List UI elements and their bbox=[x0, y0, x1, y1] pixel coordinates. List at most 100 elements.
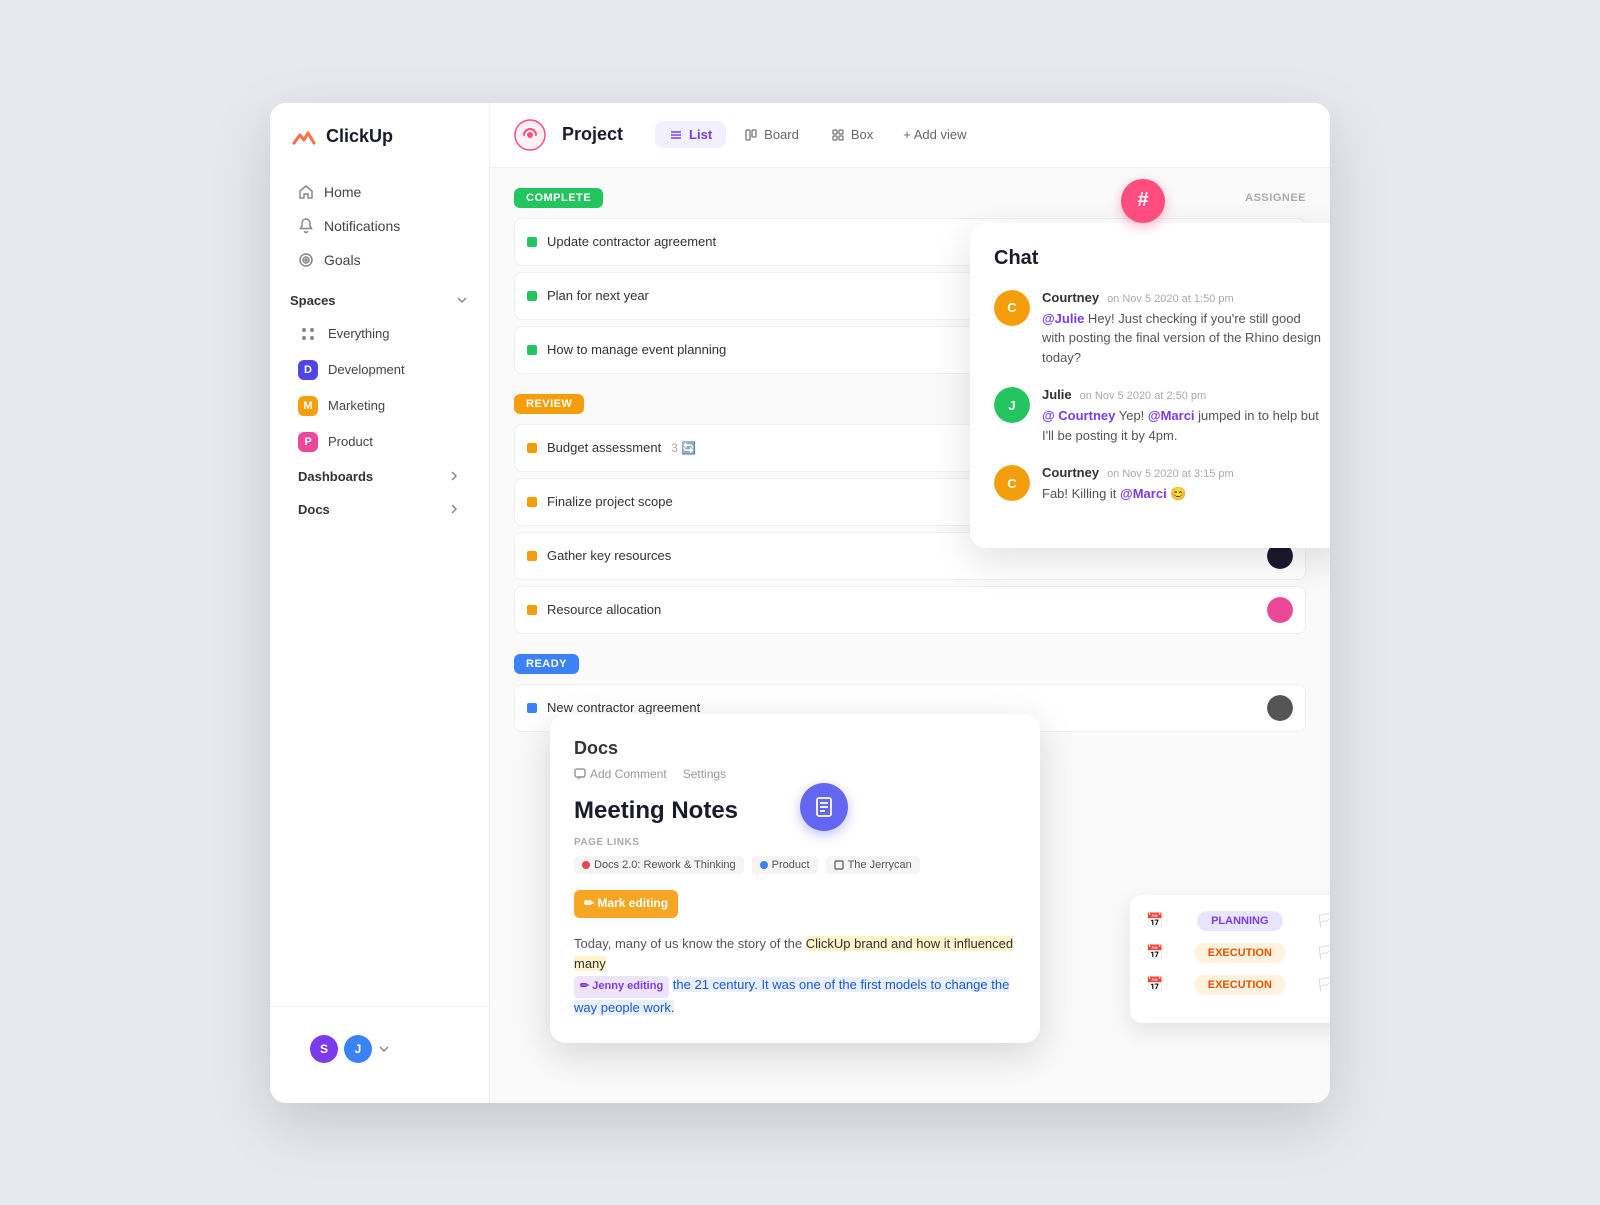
chat-message-1: C Courtney on Nov 5 2020 at 1:50 pm @Jul… bbox=[994, 290, 1326, 368]
chat-mention-1: @Julie bbox=[1042, 311, 1084, 326]
task-name: Finalize project scope bbox=[547, 494, 673, 509]
chat-text-2: @ Courtney Yep! @Marci jumped in to help… bbox=[1042, 406, 1326, 445]
sidebar-docs[interactable]: Docs bbox=[278, 493, 481, 526]
view-tabs: List Board Box bbox=[655, 121, 978, 148]
flag-icon-3: 🏳 bbox=[1316, 976, 1330, 993]
task-left: Plan for next year bbox=[527, 288, 649, 303]
task-left: Budget assessment 3 🔄 bbox=[527, 440, 696, 455]
task-left: Resource allocation bbox=[527, 602, 661, 617]
review-badge: REVIEW bbox=[514, 394, 584, 414]
ready-badge: READY bbox=[514, 654, 579, 674]
box-icon bbox=[831, 128, 845, 142]
doc-icon bbox=[834, 860, 844, 870]
chat-content-2: Julie on Nov 5 2020 at 2:50 pm @ Courtne… bbox=[1042, 387, 1326, 445]
task-left: New contractor agreement bbox=[527, 700, 700, 715]
list-icon bbox=[669, 128, 683, 142]
chat-time-2: on Nov 5 2020 at 2:50 pm bbox=[1080, 390, 1207, 402]
chat-header-1: Courtney on Nov 5 2020 at 1:50 pm bbox=[1042, 290, 1326, 305]
tab-box[interactable]: Box bbox=[817, 121, 887, 148]
chat-content-1: Courtney on Nov 5 2020 at 1:50 pm @Julie… bbox=[1042, 290, 1326, 368]
project-title: Project bbox=[562, 124, 623, 145]
docs-body-text: Today, many of us know the story of the … bbox=[574, 934, 1016, 1019]
sidebar-item-product[interactable]: P Product bbox=[278, 424, 481, 460]
docs-add-comment[interactable]: Add Comment bbox=[574, 767, 667, 781]
sidebar: ClickUp Home Notifications Goals Spaces bbox=[270, 103, 490, 1103]
page-link-dot-red bbox=[582, 861, 590, 869]
task-assignee-avatar bbox=[1267, 695, 1293, 721]
bell-icon bbox=[298, 218, 314, 234]
task-name: Update contractor agreement bbox=[547, 234, 716, 249]
hashtag-button[interactable]: # bbox=[1121, 179, 1165, 223]
sidebar-item-notifications[interactable]: Notifications bbox=[278, 209, 481, 243]
chat-header-2: Julie on Nov 5 2020 at 2:50 pm bbox=[1042, 387, 1326, 402]
subtask-count: 3 🔄 bbox=[671, 441, 696, 455]
chat-author-2: Julie bbox=[1042, 387, 1072, 402]
user-dropdown-icon[interactable] bbox=[378, 1043, 390, 1055]
chat-mention-2: @ Courtney bbox=[1042, 408, 1115, 423]
board-icon bbox=[744, 128, 758, 142]
chat-message-2: J Julie on Nov 5 2020 at 2:50 pm @ Court… bbox=[994, 387, 1326, 445]
sidebar-item-goals[interactable]: Goals bbox=[278, 243, 481, 277]
sprint-row-2: 📅 EXECUTION 🏳 bbox=[1146, 943, 1330, 963]
page-link-jerrycan[interactable]: The Jerrycan bbox=[826, 856, 920, 874]
sprint-tag-planning[interactable]: PLANNING bbox=[1197, 911, 1282, 931]
sidebar-item-marketing[interactable]: M Marketing bbox=[278, 388, 481, 424]
chat-avatar-julie: J bbox=[994, 387, 1030, 423]
page-links: Docs 2.0: Rework & Thinking Product The … bbox=[574, 856, 1016, 874]
status-header-ready: READY bbox=[514, 654, 1306, 674]
home-icon bbox=[298, 184, 314, 200]
sprint-tag-execution-2[interactable]: EXECUTION bbox=[1194, 975, 1286, 995]
sprint-panel: 📅 PLANNING 🏳 📅 EXECUTION 🏳 📅 EXECUTION 🏳 bbox=[1130, 895, 1330, 1023]
docs-float-icon bbox=[813, 796, 835, 818]
tab-board[interactable]: Board bbox=[730, 121, 813, 148]
task-name: Budget assessment bbox=[547, 440, 661, 455]
sprint-row-3: 📅 EXECUTION 🏳 bbox=[1146, 975, 1330, 995]
task-status-dot bbox=[527, 551, 537, 561]
clickup-logo-icon bbox=[290, 123, 318, 151]
jenny-editing-badge: ✏ Jenny editing bbox=[574, 976, 669, 998]
user-avatar-s: S bbox=[310, 1035, 338, 1063]
sidebar-item-home[interactable]: Home bbox=[278, 175, 481, 209]
task-status-dot bbox=[527, 345, 537, 355]
docs-float-button[interactable] bbox=[800, 783, 848, 831]
chat-author-1: Courtney bbox=[1042, 290, 1099, 305]
status-header-complete: COMPLETE ASSIGNEE bbox=[514, 188, 1306, 208]
app-container: ClickUp Home Notifications Goals Spaces bbox=[270, 103, 1330, 1103]
logo-text: ClickUp bbox=[326, 126, 393, 147]
table-row[interactable]: Resource allocation bbox=[514, 586, 1306, 634]
task-left: How to manage event planning bbox=[527, 342, 726, 357]
task-left: Finalize project scope bbox=[527, 494, 673, 509]
chat-mention-marci: @Marci bbox=[1148, 408, 1195, 423]
everything-icon bbox=[298, 324, 318, 344]
docs-toolbar: Add Comment Settings bbox=[574, 767, 1016, 781]
task-name: Gather key resources bbox=[547, 548, 671, 563]
docs-panel-title: Docs bbox=[574, 738, 1016, 759]
flag-icon-2: 🏳 bbox=[1316, 944, 1330, 961]
sidebar-item-everything[interactable]: Everything bbox=[278, 316, 481, 352]
sprint-tag-execution-1[interactable]: EXECUTION bbox=[1194, 943, 1286, 963]
user-avatars: S J bbox=[290, 1023, 469, 1075]
add-view-button[interactable]: + Add view bbox=[891, 121, 978, 148]
page-link-docs[interactable]: Docs 2.0: Rework & Thinking bbox=[574, 856, 744, 874]
task-name: How to manage event planning bbox=[547, 342, 726, 357]
logo: ClickUp bbox=[270, 123, 489, 175]
task-status-dot bbox=[527, 291, 537, 301]
docs-settings[interactable]: Settings bbox=[683, 767, 726, 781]
task-left: Gather key resources bbox=[527, 548, 671, 563]
marketing-badge: M bbox=[298, 396, 318, 416]
page-link-product[interactable]: Product bbox=[752, 856, 818, 874]
chat-title: Chat bbox=[994, 247, 1326, 270]
task-assignee-avatar bbox=[1267, 597, 1293, 623]
docs-heading: Meeting Notes bbox=[574, 797, 1016, 825]
product-badge: P bbox=[298, 432, 318, 452]
chat-text-3: Fab! Killing it @Marci 😊 bbox=[1042, 484, 1234, 504]
sidebar-dashboards[interactable]: Dashboards bbox=[278, 460, 481, 493]
calendar-icon-2: 📅 bbox=[1146, 944, 1163, 961]
user-bar: S J bbox=[270, 1006, 489, 1083]
chevron-down-icon bbox=[455, 293, 469, 307]
mark-editing-button[interactable]: ✏ Mark editing bbox=[574, 890, 678, 917]
sidebar-item-development[interactable]: D Development bbox=[278, 352, 481, 388]
task-status-dot bbox=[527, 443, 537, 453]
chat-mention-marci-3: @Marci bbox=[1120, 486, 1167, 501]
tab-list[interactable]: List bbox=[655, 121, 726, 148]
